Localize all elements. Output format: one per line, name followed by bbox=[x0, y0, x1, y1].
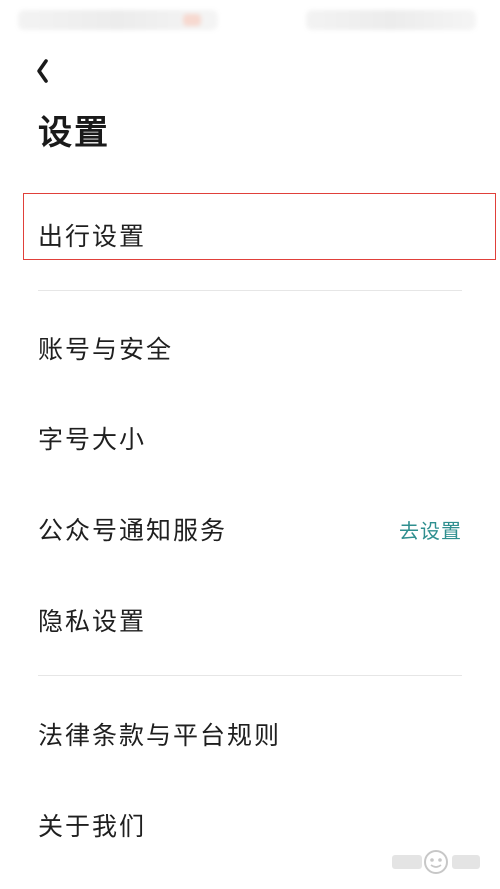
divider bbox=[38, 675, 462, 676]
settings-item-legal[interactable]: 法律条款与平台规则 bbox=[38, 704, 462, 764]
settings-item-label: 关于我们 bbox=[38, 812, 147, 841]
page-title: 设置 bbox=[38, 113, 110, 153]
chevron-left-icon bbox=[37, 59, 48, 83]
settings-item-label: 隐私设置 bbox=[38, 607, 147, 636]
settings-item-font-size[interactable]: 字号大小 bbox=[38, 408, 462, 468]
status-bar-left bbox=[18, 10, 218, 30]
status-bar-right bbox=[306, 10, 476, 30]
settings-item-label: 字号大小 bbox=[38, 425, 147, 454]
go-settings-link[interactable]: 去设置 bbox=[399, 515, 462, 544]
settings-item-label: 法律条款与平台规则 bbox=[38, 721, 282, 750]
settings-item-label: 账号与安全 bbox=[38, 335, 174, 364]
watermark-logo bbox=[386, 843, 486, 881]
settings-item-label: 出行设置 bbox=[38, 222, 147, 251]
status-bar bbox=[0, 0, 500, 40]
settings-item-travel[interactable]: 出行设置 bbox=[38, 205, 462, 265]
settings-item-privacy[interactable]: 隐私设置 bbox=[38, 590, 462, 650]
divider bbox=[38, 290, 462, 291]
back-button[interactable] bbox=[30, 52, 70, 92]
settings-item-label: 公众号通知服务 bbox=[38, 516, 228, 545]
settings-item-account-security[interactable]: 账号与安全 bbox=[38, 318, 462, 378]
settings-item-official-account[interactable]: 公众号通知服务 去设置 bbox=[38, 499, 462, 559]
